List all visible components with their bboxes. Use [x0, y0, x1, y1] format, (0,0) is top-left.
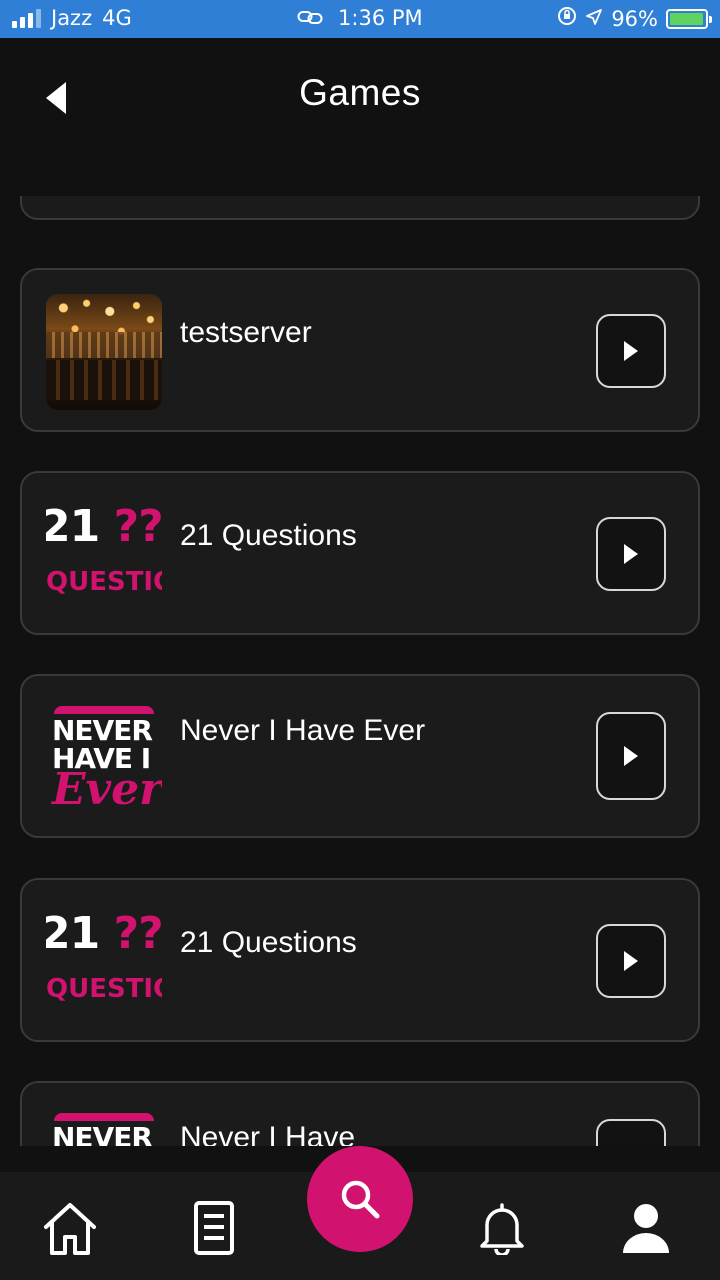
logo-text: NEVER	[52, 1121, 153, 1146]
game-card[interactable]: 21 ??? QUESTIONS 21 Questions	[20, 471, 700, 635]
nav-profile[interactable]	[614, 1196, 678, 1260]
bell-icon	[480, 1203, 524, 1255]
play-button[interactable]	[596, 712, 666, 800]
logo-text: QUESTIONS	[46, 567, 162, 597]
link-icon	[297, 6, 323, 30]
nav-home[interactable]	[38, 1196, 102, 1260]
logo-text: Ever	[52, 764, 162, 815]
game-card-partial[interactable]	[20, 196, 700, 220]
clock: 1:36 PM	[338, 6, 423, 30]
logo-text: 21	[46, 908, 100, 959]
nav-notifications[interactable]	[470, 1196, 534, 1260]
play-button[interactable]	[596, 314, 666, 388]
header: Games	[0, 38, 720, 158]
games-list[interactable]: testserver 21 ??? QUESTIONS 21 Questions…	[0, 196, 720, 1146]
play-button[interactable]	[596, 924, 666, 998]
play-button[interactable]	[596, 1119, 666, 1146]
home-icon	[44, 1203, 96, 1255]
game-title: 21 Questions	[180, 519, 357, 552]
nav-documents[interactable]	[182, 1196, 246, 1260]
play-icon	[624, 951, 638, 971]
search-icon	[341, 1180, 380, 1219]
status-right: 96%	[557, 6, 712, 31]
battery-percent: 96%	[611, 6, 658, 31]
document-icon	[194, 1201, 234, 1255]
rotation-lock-icon	[557, 6, 577, 31]
logo-text: ???	[113, 501, 162, 552]
game-title: Never I Have Ever	[180, 714, 426, 747]
game-card[interactable]: testserver	[20, 268, 700, 432]
battery-icon	[666, 8, 712, 29]
search-button[interactable]	[307, 1146, 413, 1252]
game-title: Never I Have	[180, 1121, 356, 1146]
play-icon	[624, 544, 638, 564]
game-title: 21 Questions	[180, 926, 357, 959]
game-thumbnail: NEVER	[46, 1107, 162, 1146]
logo-text: QUESTIONS	[46, 974, 162, 1004]
game-card[interactable]: 21 ??? QUESTIONS 21 Questions	[20, 878, 700, 1042]
game-thumbnail: 21 ??? QUESTIONS	[46, 904, 162, 1020]
status-bar: Jazz 4G 1:36 PM 96%	[0, 0, 720, 38]
play-icon	[624, 746, 638, 766]
page-title: Games	[299, 72, 421, 113]
game-thumbnail	[46, 294, 162, 410]
logo-text: ???	[113, 908, 162, 959]
play-icon	[624, 341, 638, 361]
game-card[interactable]: NEVER HAVE I Ever Never I Have Ever	[20, 674, 700, 838]
game-card[interactable]: NEVER Never I Have	[20, 1081, 700, 1146]
game-thumbnail: 21 ??? QUESTIONS	[46, 497, 162, 613]
user-icon	[623, 1204, 669, 1253]
game-title: testserver	[180, 316, 312, 349]
game-thumbnail: NEVER HAVE I Ever	[46, 700, 162, 816]
location-icon	[585, 7, 603, 31]
play-button[interactable]	[596, 517, 666, 591]
logo-text: 21	[46, 501, 100, 552]
